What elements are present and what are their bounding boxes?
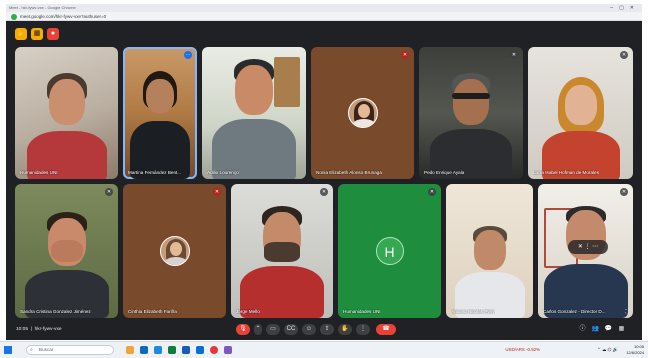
participant-tile[interactable]: ✕ Nonia Elizabeth Alonso Brunaga [311, 47, 414, 179]
participant-video [240, 204, 324, 318]
participant-video [130, 69, 190, 179]
info-icon[interactable]: ⓘ [578, 325, 587, 334]
system-tray[interactable]: ⌃ ☁ ⌬ 🔊 [597, 342, 618, 358]
mic-muted-icon: ✕ [320, 188, 328, 196]
participant-name: Humanidades UNI [343, 309, 381, 314]
participant-tile[interactable]: ✕ Jorge Mello [231, 184, 333, 318]
tile-hover-controls[interactable]: ✕ ⋮ ⋯ [568, 240, 608, 254]
mic-muted-icon: ✕ [401, 51, 409, 59]
participant-tile[interactable]: ✕ Lucia Isabel Hofman de Morales [528, 47, 633, 179]
os-taskbar: ⌕ Buscar USD/ARS -0.52% ⌃ ☁ ⌬ 🔊 10:05 12… [0, 341, 648, 358]
meet-top-bar: ✋ ▦ ● [6, 21, 642, 47]
stock-ticker[interactable]: USD/ARS -0.52% [505, 342, 540, 358]
store-icon[interactable] [154, 346, 162, 354]
clock-date: 12/6/2024 [626, 349, 644, 355]
people-icon[interactable]: 👥 [591, 325, 600, 334]
participant-name: Sandra Cristina Gonzalez Jiménez [20, 309, 91, 314]
participant-name: Adilio Lourenço [207, 170, 239, 175]
taskbar-search[interactable]: ⌕ Buscar [26, 345, 114, 355]
meet-favicon-icon [11, 13, 17, 20]
recording-icon[interactable]: ● [47, 28, 59, 40]
present-button[interactable]: ⇪ [320, 324, 334, 335]
meet-control-bar: 10:05 | hkr-fywv-vxe 🎙 ⌃ ▭ CC ☺ ⇪ ✋ ⋮ ☎ … [6, 320, 642, 340]
mic-options-icon[interactable]: ⌃ [254, 324, 262, 335]
captions-button[interactable]: CC [284, 324, 298, 335]
participant-name: Lucia Isabel Hofman de Morales [533, 170, 599, 175]
participant-video [430, 73, 512, 179]
participant-name: Martina Fernández Bent... [128, 170, 182, 175]
window-controls[interactable]: –▢✕ [610, 4, 640, 12]
address-url[interactable]: meet.google.com/hkr-fywv-vxe?authuser=0 [20, 12, 106, 21]
participant-tile[interactable]: Humanidades UNI [15, 47, 118, 179]
participant-video [454, 226, 525, 318]
participant-name: Humanidades UNI [20, 170, 58, 175]
participant-video [24, 212, 109, 318]
participant-video [541, 77, 620, 179]
camera-toggle-button[interactable]: ▭ [266, 324, 280, 335]
participant-tile[interactable]: ✕ Pedo Enrique Ayala [419, 47, 523, 179]
participant-tile[interactable]: H ✕ Humanidades UNI [338, 184, 441, 318]
meeting-code: hkr-fywv-vxe [34, 327, 62, 332]
hand-raise-icon[interactable]: ✋ [15, 28, 27, 40]
more-options-icon[interactable]: ⋯ [184, 51, 192, 59]
participant-name: Cinthia Elizabeth Fariña [128, 309, 177, 314]
participant-name: Nonia Elizabeth Alonso Brunaga [316, 170, 382, 175]
taskbar-clock[interactable]: 10:05 12/6/2024 [626, 344, 644, 355]
address-bar[interactable]: meet.google.com/hkr-fywv-vxe?authuser=0 [6, 12, 642, 21]
windows-start-icon[interactable] [4, 346, 12, 354]
participant-tile[interactable]: ✕ Sandra Cristina Gonzalez Jiménez [15, 184, 118, 318]
participant-name: Jorge Mello [236, 309, 260, 314]
mic-muted-icon: ✕ [213, 188, 221, 196]
file-explorer-icon[interactable] [126, 346, 134, 354]
participant-tile[interactable]: Antonio Nicolás Pyrry [446, 184, 533, 318]
window-title: Meet - hkr-fywv-vxe - Google Chrome [9, 5, 76, 10]
participant-video [543, 206, 628, 318]
window-titlebar: Meet - hkr-fywv-vxe - Google Chrome –▢✕ [6, 4, 642, 12]
pin-icon[interactable]: ⛶ [625, 309, 629, 315]
participant-avatar: H [375, 237, 404, 265]
leave-call-button[interactable]: ☎ [376, 324, 396, 335]
mic-muted-icon: ✕ [428, 188, 436, 196]
more-options-button[interactable]: ⋮ [356, 324, 370, 335]
chat-icon[interactable]: 💬 [604, 325, 613, 334]
participant-tile[interactable]: ✕ Cinthia Elizabeth Fariña [123, 184, 226, 318]
outlook-icon[interactable] [196, 346, 204, 354]
search-icon: ⌕ [30, 347, 33, 353]
chrome-icon[interactable] [210, 346, 218, 354]
activities-icon[interactable]: ▦ [617, 325, 626, 334]
participant-avatar [159, 236, 190, 266]
emoji-button[interactable]: ☺ [302, 324, 316, 335]
raise-hand-button[interactable]: ✋ [338, 324, 352, 335]
mic-toggle-button[interactable]: 🎙 [236, 324, 250, 335]
meeting-info: 10:05 | hkr-fywv-vxe [16, 327, 62, 332]
mic-muted-icon: ✕ [620, 51, 628, 59]
mic-muted-icon: ✕ [620, 188, 628, 196]
activities-icon[interactable]: ▦ [31, 28, 43, 40]
app-icon[interactable] [224, 346, 232, 354]
meeting-time: 10:05 [16, 327, 29, 332]
browser-window: Meet - hkr-fywv-vxe - Google Chrome –▢✕ … [6, 4, 642, 340]
participant-tile[interactable]: ⋯ Martina Fernández Bent... [123, 47, 197, 179]
participant-tile[interactable]: ✕ ⋮ ⋯ ✕ Carlos Gonzalez - Director D... … [538, 184, 633, 318]
participant-video [212, 57, 296, 179]
edge-icon[interactable] [140, 346, 148, 354]
participant-name: Carlos Gonzalez - Director D... [543, 309, 606, 314]
mic-muted-icon: ✕ [105, 188, 113, 196]
word-icon[interactable] [182, 346, 190, 354]
search-placeholder: Buscar [39, 347, 54, 352]
participant-name: Antonio Nicolás Pyrry [451, 309, 495, 314]
participant-tile[interactable]: Adilio Lourenço [202, 47, 306, 179]
mic-muted-icon: ✕ [510, 51, 518, 59]
participant-name: Pedo Enrique Ayala [424, 170, 465, 175]
participant-avatar [347, 98, 378, 128]
excel-icon[interactable] [168, 346, 176, 354]
participant-video [26, 71, 107, 179]
